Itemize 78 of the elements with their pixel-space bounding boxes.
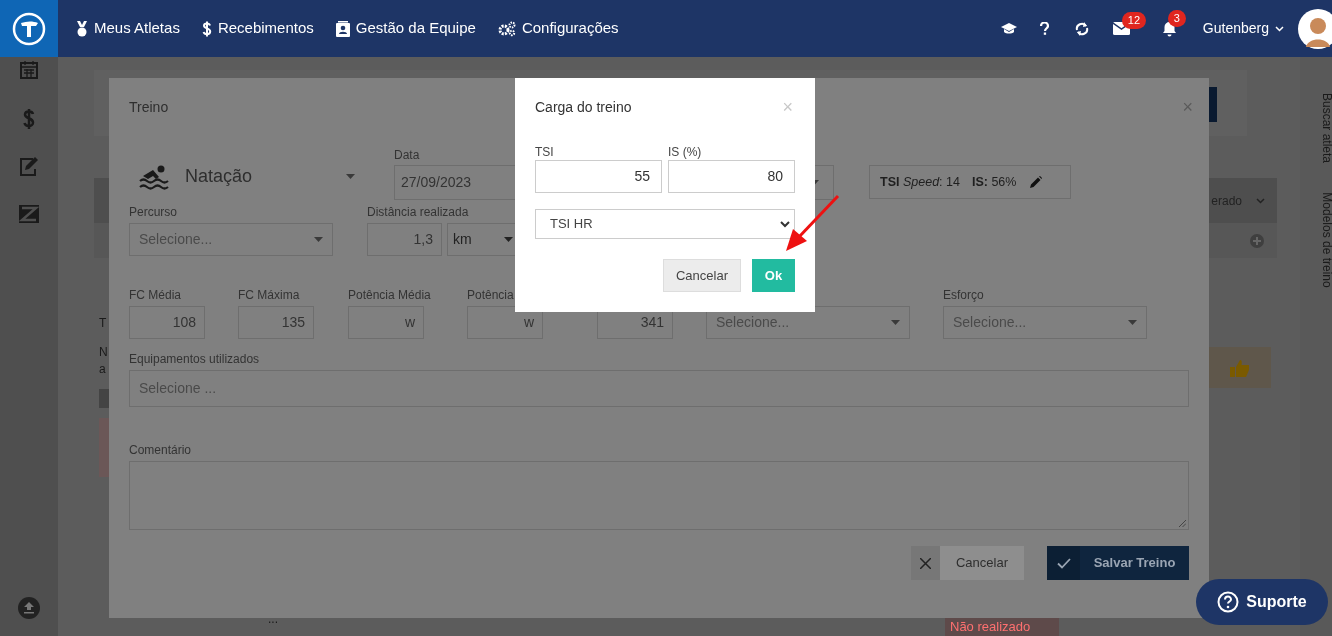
logo-icon[interactable]	[0, 0, 58, 57]
field-label: IS (%)	[668, 144, 703, 157]
dollar-icon	[201, 20, 212, 37]
resize-handle-icon[interactable]	[1179, 520, 1186, 527]
nav-link[interactable]: Configurações	[489, 0, 627, 57]
graduation-cap-icon[interactable]	[1000, 22, 1017, 35]
sync-icon[interactable]	[1074, 20, 1089, 37]
caret-icon	[1128, 320, 1137, 325]
nav-link[interactable]: Recebimentos	[193, 0, 322, 57]
swimmer-icon	[139, 163, 169, 190]
text-fragment: T	[99, 315, 107, 332]
text-fragment: ...	[268, 614, 278, 624]
pointer-arrow	[786, 194, 840, 251]
field-label: FC Máxima	[238, 287, 300, 301]
edit-icon	[1030, 176, 1043, 188]
side-tab[interactable]: Modelos de treino	[1318, 192, 1332, 288]
field-label: Potência	[467, 287, 514, 301]
comment-field[interactable]	[129, 461, 1189, 530]
input-field[interactable]: 80	[668, 160, 795, 193]
status-text: Não realizado	[949, 618, 1032, 635]
load-summary[interactable]: TSI Speed: 14 IS: 56%	[869, 165, 1071, 199]
cancel-button[interactable]: Cancelar	[911, 546, 1024, 580]
status-card	[99, 418, 109, 477]
notification-badge: 3	[1167, 9, 1186, 27]
input-field[interactable]: 135	[238, 306, 314, 339]
sport-select[interactable]: Natação	[129, 146, 355, 203]
help-icon	[1217, 591, 1240, 613]
field-label: Comentário	[129, 442, 192, 456]
check-icon	[1056, 557, 1071, 569]
film-icon[interactable]	[19, 204, 39, 224]
contact-card-icon	[335, 20, 350, 37]
ok-button[interactable]: Ok	[752, 259, 795, 292]
input-field[interactable]: w	[348, 306, 424, 339]
chevron-icon	[1256, 197, 1265, 204]
field-label: Equipamentos utilizados	[129, 351, 260, 365]
edit-icon[interactable]	[19, 156, 39, 176]
input-field[interactable]: 55	[535, 160, 662, 193]
field-label: TSI	[535, 144, 555, 157]
user-menu[interactable]: Gutenberg	[1202, 18, 1284, 39]
chevron-icon	[780, 220, 790, 228]
help-icon[interactable]	[1039, 22, 1049, 35]
is-value: IS: 56%	[971, 173, 1017, 191]
field-label: Data	[394, 147, 420, 161]
field-label: Distância realizada	[367, 204, 469, 218]
nav-link[interactable]: Gestão da Equipe	[327, 0, 484, 57]
save-button[interactable]: Salvar Treino	[1047, 546, 1189, 580]
caret-icon	[891, 320, 900, 325]
field-label: FC Média	[129, 287, 181, 301]
nav-link[interactable]: Meus Atletas	[68, 0, 188, 57]
field-label: Percurso	[129, 204, 178, 218]
cancel-button[interactable]: Cancelar	[663, 259, 741, 292]
caret-icon	[504, 237, 513, 242]
upload-icon[interactable]	[17, 596, 41, 620]
text-fragment: N	[99, 344, 108, 361]
calendar-icon[interactable]	[20, 61, 38, 79]
close-icon	[920, 557, 931, 569]
chevron-icon	[1275, 25, 1284, 32]
gears-icon	[497, 20, 516, 37]
medal-icon	[76, 20, 88, 37]
caret-icon	[314, 237, 323, 242]
thumbs-up-icon	[1230, 358, 1250, 377]
tsi-value: TSI Speed: 14	[880, 173, 960, 191]
notification-badge: 12	[1121, 12, 1147, 29]
input-field[interactable]: w	[467, 306, 543, 339]
field-label: Potência Média	[348, 287, 431, 301]
dollar-icon[interactable]	[23, 108, 35, 130]
table-band	[99, 389, 109, 408]
input-field[interactable]: 1,3	[367, 223, 442, 256]
input-field[interactable]: 108	[129, 306, 205, 339]
close-icon[interactable]: ×	[1182, 93, 1193, 121]
dialog-title: Carga do treino	[535, 97, 632, 117]
dialog-title: Treino	[129, 97, 169, 117]
side-tab[interactable]: Buscar atleta	[1318, 93, 1332, 163]
avatar[interactable]	[1298, 8, 1332, 49]
support-button[interactable]: Suporte	[1196, 579, 1328, 625]
field-label: Esforço	[943, 287, 984, 301]
method-select[interactable]: TSI HR	[535, 209, 795, 239]
text-fragment: a	[99, 361, 106, 378]
